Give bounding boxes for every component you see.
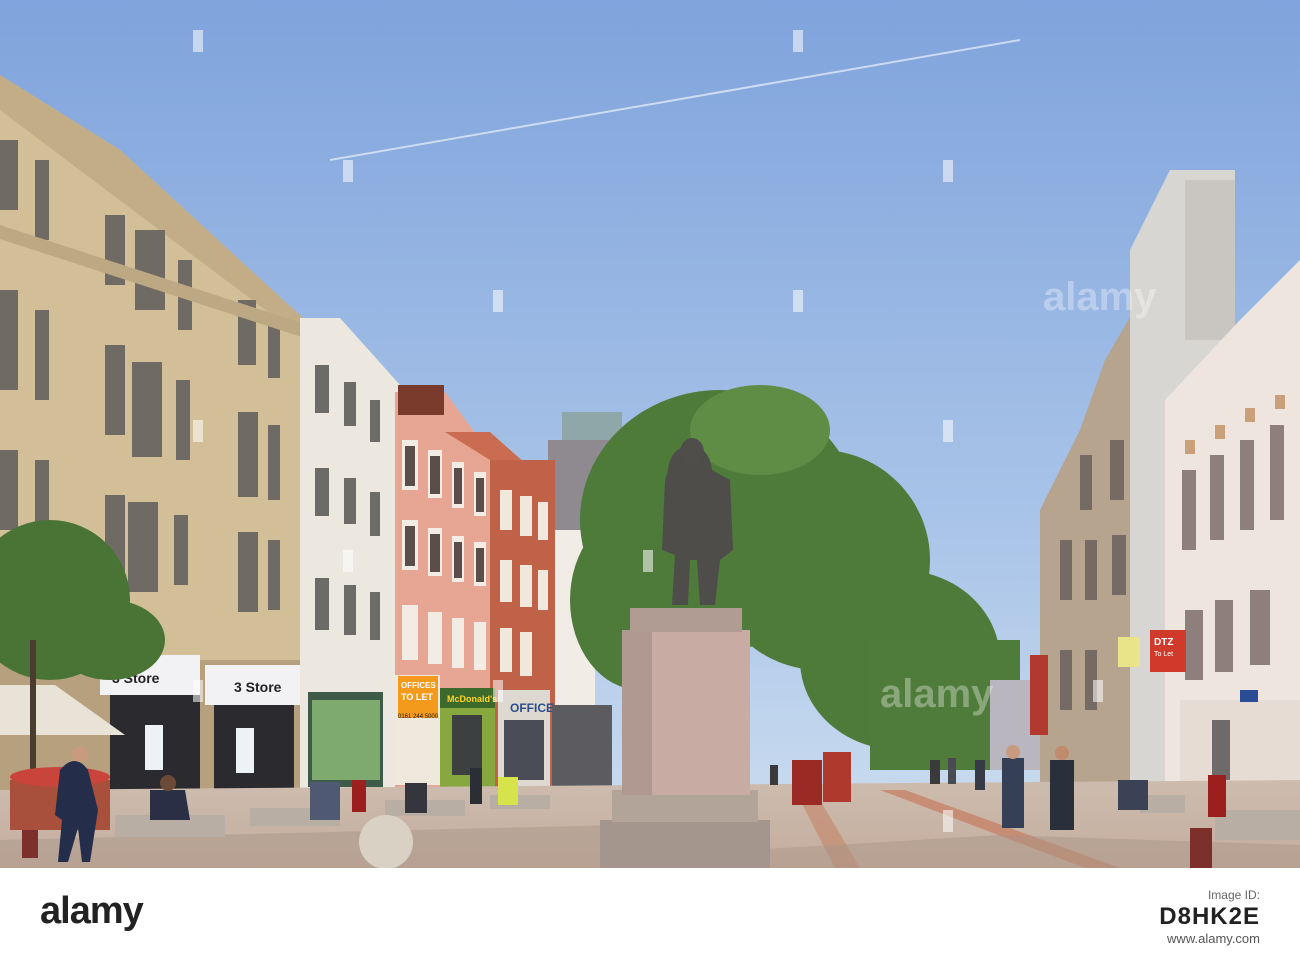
image-id-label: Image ID: [1207, 888, 1260, 902]
stone-ball [359, 815, 413, 869]
image-id-code: D8HK2E [1159, 903, 1260, 930]
to-let-phone-text: 0161 244 5000 [398, 714, 439, 720]
three-store-sign-right: 3 Store [234, 679, 282, 695]
photo-scene: 3 Store 3 Store OFFICES TO LET 0161 244 … [0, 0, 1300, 869]
dtz-sign-sub: To Let [1154, 651, 1173, 658]
post-box-left [352, 780, 366, 812]
image-id-block: Image ID: D8HK2E www.alamy.com [1159, 884, 1260, 950]
to-let-main-text: TO LET [401, 692, 433, 702]
red-phone-boxes [792, 760, 822, 805]
office-sign: OFFICE [510, 701, 554, 715]
post-box-right [1208, 775, 1226, 817]
dtz-sign-text: DTZ [1154, 637, 1173, 648]
svg-text:alamy: alamy [880, 672, 994, 716]
right-bollard [1190, 828, 1212, 868]
mcdonalds-sign: McDonald's [447, 694, 497, 704]
stock-footer: alamy Image ID: D8HK2E www.alamy.com [0, 868, 1300, 956]
svg-text:alamy: alamy [1043, 275, 1157, 319]
to-let-top-text: OFFICES [401, 681, 436, 690]
alamy-logo[interactable]: alamy [40, 890, 144, 933]
alamy-url[interactable]: www.alamy.com [1159, 928, 1260, 950]
